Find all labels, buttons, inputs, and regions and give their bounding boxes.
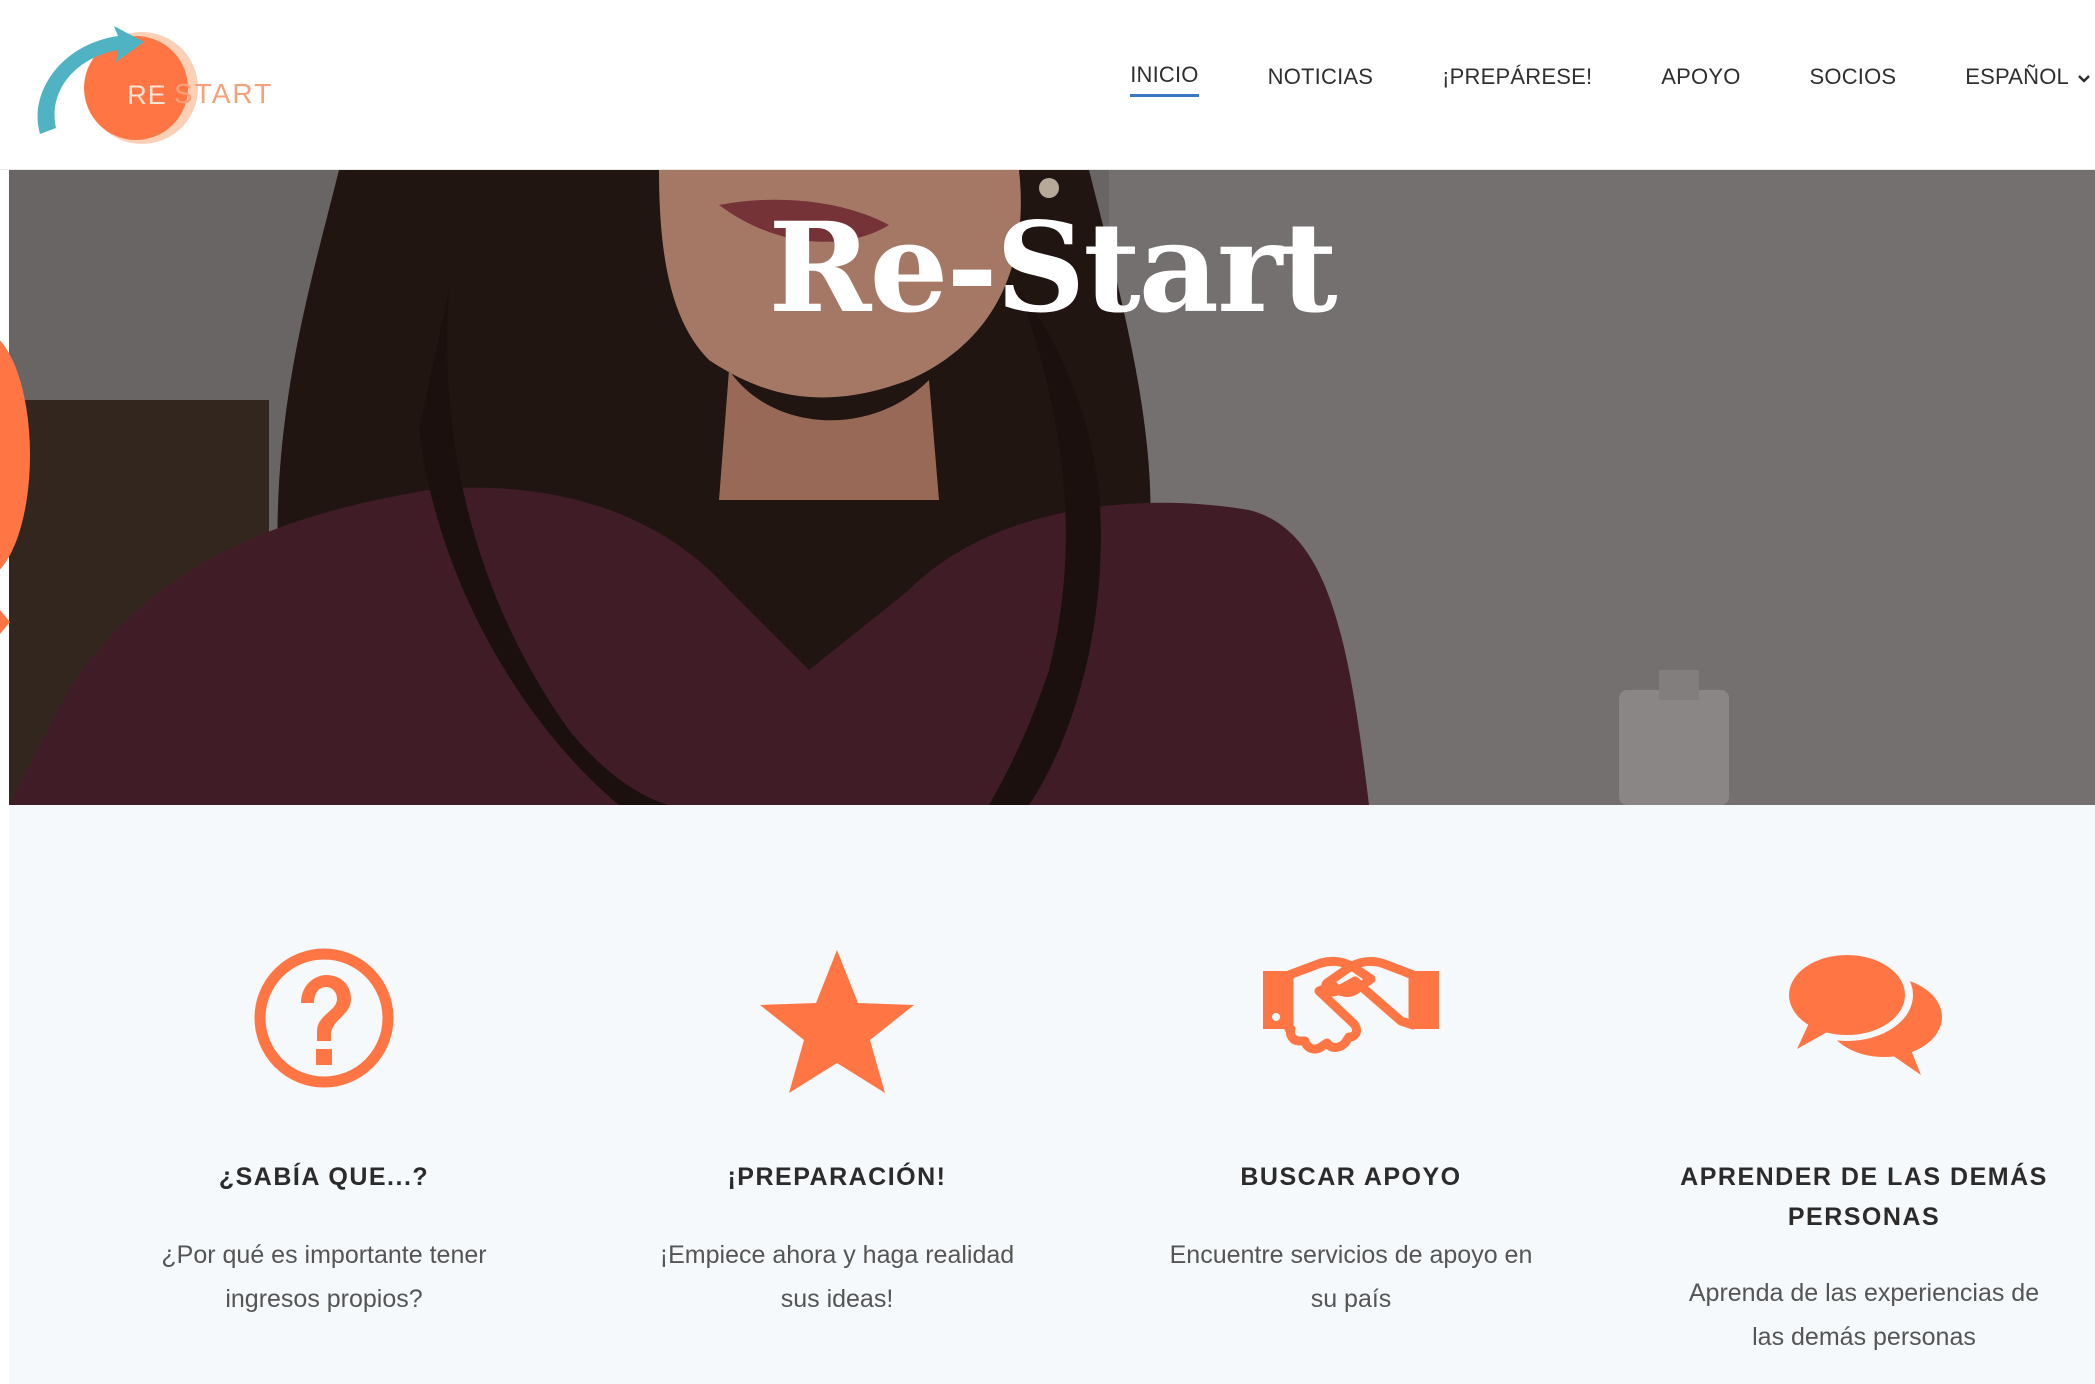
feature-desc-line: Aprenda de las experiencias de xyxy=(1688,1279,2040,1307)
feature-desc-line: sus ideas! xyxy=(780,1285,894,1313)
feature-title: APRENDER DE LAS DEMÁS PERSONAS xyxy=(1654,1157,2074,1237)
feature-desc: ¿Por qué es importante tener ingresos pr… xyxy=(114,1233,534,1321)
nav-item-socios[interactable]: SOCIOS xyxy=(1810,64,1897,96)
feature-desc-line: ingresos propios? xyxy=(225,1285,423,1313)
site-header: RE START INICIO NOTICIAS ¡PREPÁRESE! APO… xyxy=(0,0,2095,170)
chevron-down-icon xyxy=(2077,64,2091,90)
chat-bubbles-icon xyxy=(1779,945,1949,1085)
feature-desc: Aprenda de las experiencias de las demás… xyxy=(1654,1271,2074,1359)
feature-title-line: APRENDER DE LAS DEMÁS xyxy=(1680,1163,2048,1191)
hero-banner: Re-Start xyxy=(9,170,2095,805)
nav-item-inicio[interactable]: INICIO xyxy=(1130,62,1199,97)
hero-title: Re-Start xyxy=(768,196,1337,341)
site-logo[interactable]: RE START xyxy=(34,22,274,147)
features-section: ¿SABÍA QUE...? ¿Por qué es importante te… xyxy=(9,805,2095,1384)
feature-desc-line: su país xyxy=(1310,1285,1392,1313)
logo-re-text: RE xyxy=(127,80,167,110)
feature-title: ¿SABÍA QUE...? xyxy=(218,1163,430,1191)
nav-item-preparese[interactable]: ¡PREPÁRESE! xyxy=(1442,64,1592,96)
feature-desc: Encuentre servicios de apoyo en su país xyxy=(1141,1233,1561,1321)
feature-desc-line: Encuentre servicios de apoyo en xyxy=(1169,1241,1533,1269)
language-label: ESPAÑOL xyxy=(1965,63,2069,89)
feature-desc: ¡Empiece ahora y haga realidad sus ideas… xyxy=(627,1233,1047,1321)
language-selector[interactable]: ESPAÑOL xyxy=(1965,64,2095,96)
nav-item-apoyo[interactable]: APOYO xyxy=(1661,64,1740,96)
feature-title-line: PERSONAS xyxy=(1787,1203,1941,1231)
star-icon xyxy=(757,945,917,1100)
feature-desc-line: ¿Por qué es importante tener xyxy=(161,1241,487,1269)
feature-desc-line: ¡Empiece ahora y haga realidad xyxy=(659,1241,1015,1269)
feature-title: BUSCAR APOYO xyxy=(1240,1163,1462,1191)
nav-item-noticias[interactable]: NOTICIAS xyxy=(1268,64,1374,96)
handshake-icon xyxy=(1261,945,1441,1070)
side-widget-caret xyxy=(0,610,10,634)
feature-desc-line: las demás personas xyxy=(1752,1323,1976,1351)
main-nav: INICIO NOTICIAS ¡PREPÁRESE! APOYO SOCIOS… xyxy=(1130,62,2095,97)
feature-title: ¡PREPARACIÓN! xyxy=(727,1163,947,1191)
logo-start-text: START xyxy=(174,78,274,109)
question-circle-icon xyxy=(251,945,397,1096)
